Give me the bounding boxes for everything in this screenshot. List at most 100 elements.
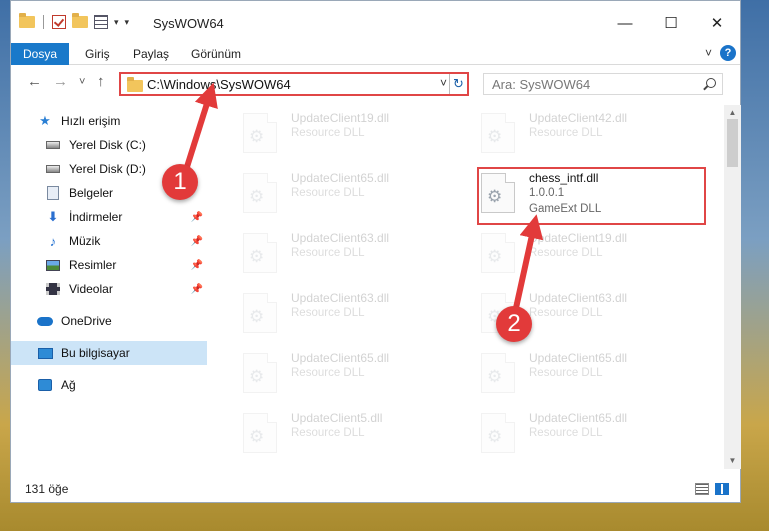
navigation-bar: ← → ˅ ↑ C:\Windows\SysWOW64 ˅ ↻ Ara: Sys… [11, 67, 740, 101]
highlight-box [477, 167, 706, 225]
file-type: Resource DLL [529, 367, 603, 379]
sidebar-item-local-disk-c[interactable]: Yerel Disk (C:) [11, 133, 207, 157]
quick-access-toolbar: ▾ ▾ [19, 13, 130, 29]
pin-icon[interactable]: 📌 [191, 236, 203, 247]
dll-file-icon [243, 113, 277, 153]
sidebar-item-videos[interactable]: Videolar 📌 [11, 277, 207, 301]
sidebar-item-quick-access[interactable]: ★ Hızlı erişim [11, 109, 207, 133]
tab-file[interactable]: Dosya [11, 43, 69, 65]
toolbar-separator [43, 15, 44, 29]
file-name: UpdateClient65.dll [529, 351, 628, 365]
search-input[interactable]: Ara: SysWOW64 [492, 77, 590, 92]
tab-home[interactable]: Giriş [85, 43, 110, 65]
sidebar-item-label: OneDrive [61, 314, 112, 328]
computer-icon [37, 345, 53, 361]
sidebar-item-onedrive[interactable]: OneDrive [11, 309, 207, 333]
file-type: Resource DLL [529, 127, 603, 139]
disk-icon [45, 137, 61, 153]
back-button[interactable]: ← [27, 73, 42, 90]
dll-file-icon [243, 173, 277, 213]
pictures-icon [45, 257, 61, 273]
file-type: Resource DLL [291, 367, 365, 379]
pin-icon[interactable]: 📌 [191, 212, 203, 223]
sidebar-item-pictures[interactable]: Resimler 📌 [11, 253, 207, 277]
sidebar-item-this-pc[interactable]: Bu bilgisayar [11, 341, 207, 365]
folder-icon[interactable] [19, 13, 35, 28]
address-bar[interactable]: C:\Windows\SysWOW64 ˅ ↻ [119, 72, 469, 96]
scroll-down-icon[interactable]: ▼ [724, 453, 741, 469]
address-path[interactable]: C:\Windows\SysWOW64 [147, 77, 291, 92]
file-type: Resource DLL [291, 127, 365, 139]
file-name: UpdateClient19.dll [291, 111, 390, 125]
title-bar: ▾ ▾ SysWOW64 — ☐ ✕ [11, 1, 740, 43]
file-item[interactable]: UpdateClient5.dll Resource DLL [229, 409, 449, 465]
music-icon: ♪ [49, 233, 57, 249]
file-type: Resource DLL [291, 187, 365, 199]
vertical-scrollbar[interactable]: ▲ ▼ [724, 105, 741, 469]
sidebar-item-label: Yerel Disk (C:) [69, 138, 146, 152]
up-button[interactable]: ↑ [97, 73, 105, 90]
close-button[interactable]: ✕ [694, 9, 740, 37]
help-icon[interactable]: ? [720, 45, 736, 61]
disk-icon [45, 161, 61, 177]
step-1-badge: 1 [162, 164, 198, 200]
file-name: UpdateClient5.dll [291, 411, 383, 425]
details-view-icon[interactable] [695, 483, 709, 495]
file-type: Resource DLL [291, 247, 365, 259]
search-box[interactable]: Ara: SysWOW64 [483, 73, 723, 95]
file-item[interactable]: UpdateClient19.dll Resource DLL [229, 109, 449, 165]
tab-share[interactable]: Paylaş [133, 43, 169, 65]
sidebar-item-label: Belgeler [69, 186, 114, 200]
file-item[interactable]: UpdateClient42.dll Resource DLL [467, 109, 687, 165]
file-item[interactable]: UpdateClient65.dll Resource DLL [229, 349, 449, 405]
pin-icon[interactable]: 📌 [191, 260, 203, 271]
chevron-down-icon[interactable]: ▾ [114, 17, 119, 28]
documents-icon [45, 185, 61, 201]
refresh-button[interactable]: ↻ [449, 74, 467, 94]
minimize-button[interactable]: — [602, 9, 648, 37]
file-item[interactable]: UpdateClient65.dll Resource DLL [229, 169, 449, 225]
dll-file-icon [481, 413, 515, 453]
step-2-badge: 2 [496, 306, 532, 342]
dll-file-icon [243, 293, 277, 333]
forward-button[interactable]: → [53, 73, 68, 90]
large-icons-view-icon[interactable] [715, 483, 729, 495]
network-icon [37, 377, 53, 393]
new-folder-icon[interactable] [72, 13, 88, 28]
tab-view[interactable]: Görünüm [191, 43, 241, 65]
maximize-button[interactable]: ☐ [648, 9, 694, 37]
file-type: Resource DLL [529, 307, 603, 319]
pin-icon[interactable]: 📌 [191, 284, 203, 295]
file-name: UpdateClient65.dll [291, 171, 390, 185]
search-icon[interactable] [706, 78, 716, 88]
file-item[interactable]: UpdateClient19.dll Resource DLL [467, 229, 687, 285]
videos-icon [45, 281, 61, 297]
sidebar-item-label: Videolar [69, 282, 113, 296]
sidebar-item-network[interactable]: Ağ [11, 373, 207, 397]
dll-file-icon [243, 233, 277, 273]
checkmark-icon[interactable] [52, 15, 66, 29]
file-item[interactable]: UpdateClient63.dll Resource DLL [229, 229, 449, 285]
sidebar-item-label: Bu bilgisayar [61, 346, 130, 360]
scrollbar-thumb[interactable] [727, 119, 738, 167]
file-list: UpdateClient19.dll Resource DLL UpdateCl… [219, 105, 717, 471]
folder-icon [127, 77, 143, 92]
file-name: UpdateClient63.dll [291, 231, 390, 245]
sidebar-item-downloads[interactable]: ⬇ İndirmeler 📌 [11, 205, 207, 229]
file-name: UpdateClient63.dll [529, 291, 628, 305]
expand-ribbon-icon[interactable]: ˅ [705, 46, 712, 60]
file-item[interactable]: UpdateClient63.dll Resource DLL [229, 289, 449, 345]
file-name: UpdateClient63.dll [291, 291, 390, 305]
recent-locations-button[interactable]: ˅ [79, 76, 85, 88]
dll-file-icon [481, 233, 515, 273]
file-item[interactable]: UpdateClient65.dll Resource DLL [467, 349, 687, 405]
properties-icon[interactable] [94, 15, 108, 29]
dll-file-icon [243, 413, 277, 453]
ribbon-tabs: Dosya Giriş Paylaş Görünüm ˅ ? [11, 43, 740, 65]
chevron-down-icon[interactable]: ˅ [440, 76, 447, 90]
sidebar-item-music[interactable]: ♪ Müzik 📌 [11, 229, 207, 253]
window-controls: — ☐ ✕ [602, 9, 740, 37]
customize-toolbar-icon[interactable]: ▾ [125, 17, 130, 28]
window-title: SysWOW64 [153, 16, 224, 31]
file-item[interactable]: UpdateClient65.dll Resource DLL [467, 409, 687, 465]
